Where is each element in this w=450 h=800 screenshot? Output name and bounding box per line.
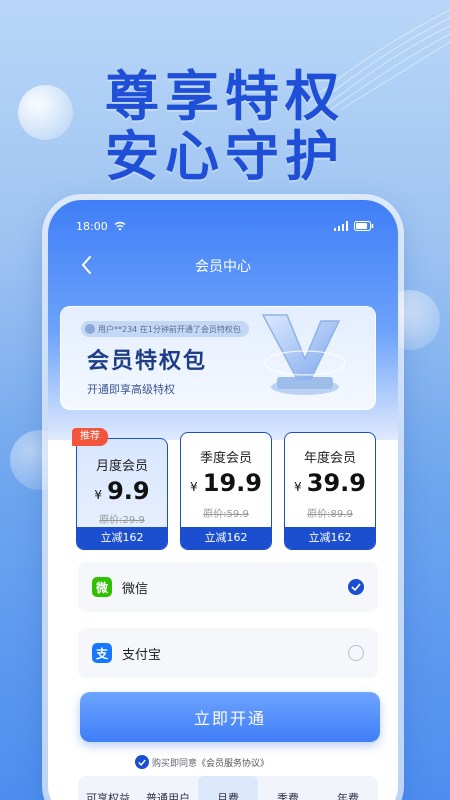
payment-option-alipay[interactable]: 支 支付宝 [78, 628, 378, 678]
agreement-checked-indicator[interactable] [135, 755, 149, 769]
plan-card-monthly[interactable]: 月度会员 ¥ 9.9 原价:29.9 立减162 [76, 438, 168, 550]
original-price: 原价:89.9 [307, 509, 353, 520]
original-price: 原价:59.9 [203, 509, 249, 520]
payment-option-wechat[interactable]: 微 微信 [78, 562, 378, 612]
plan-name: 季度会员 [199, 451, 252, 466]
compare-col: 普通用户 [146, 792, 190, 800]
status-time: 18:00 [76, 219, 108, 233]
wechat-icon: 微 [92, 577, 112, 597]
phone-mockup: 18:00 会员中心 用户**234 在1分钟前开通了会员特权包 会员特权包 开… [48, 200, 398, 800]
vip-v-logo-icon [261, 314, 346, 395]
recommended-badge: 推荐 [72, 428, 108, 446]
user-avatar-icon [85, 324, 95, 334]
plan-card-yearly[interactable]: 年度会员 ¥ 39.9 原价:89.9 立减162 [284, 432, 376, 550]
plan-price: ¥ 39.9 [285, 469, 375, 497]
price-value: 39.9 [306, 469, 366, 497]
banner-subtitle: 开通即享高级特权 [87, 383, 175, 396]
agreement-row: 购买即同意 《会员服务协议》 [136, 756, 269, 769]
benefit-compare-header: 可享权益 普通用户 月费 季费 年费 [78, 776, 378, 800]
plan-name: 年度会员 [303, 451, 356, 466]
battery-icon [354, 221, 374, 231]
purchase-notice-text: 用户**234 在1分钟前开通了会员特权包 [98, 324, 241, 334]
compare-col: 月费 [198, 776, 258, 800]
service-agreement-link[interactable]: 《会员服务协议》 [197, 756, 269, 769]
alipay-icon: 支 [92, 643, 112, 663]
price-value: 9.9 [107, 477, 150, 505]
currency-symbol: ¥ [94, 488, 103, 502]
radio-unchecked[interactable] [348, 645, 364, 661]
activate-now-button[interactable]: 立即开通 [80, 692, 380, 742]
saving-label: 立减162 [77, 527, 167, 549]
payment-label: 支付宝 [122, 647, 162, 663]
plan-card-quarterly[interactable]: 季度会员 ¥ 19.9 原价:59.9 立减162 [180, 432, 272, 550]
vip-banner: 用户**234 在1分钟前开通了会员特权包 会员特权包 开通即享高级特权 [60, 306, 376, 410]
plan-price: ¥ 19.9 [181, 469, 271, 497]
plan-name: 月度会员 [95, 459, 148, 474]
original-price: 原价:29.9 [99, 515, 145, 526]
compare-col: 可享权益 [86, 792, 130, 800]
plan-price: ¥ 9.9 [77, 477, 167, 505]
wifi-icon [114, 221, 126, 231]
agreement-prefix: 购买即同意 [152, 759, 198, 769]
signal-icon [334, 221, 348, 231]
promo-headline-line2: 安心守护 [105, 125, 345, 188]
currency-symbol: ¥ [190, 480, 198, 494]
price-value: 19.9 [202, 469, 262, 497]
check-icon [138, 759, 146, 766]
nav-bar: 会员中心 [48, 252, 398, 278]
check-icon [351, 583, 361, 591]
saving-label: 立减162 [181, 527, 271, 549]
compare-col: 季费 [277, 792, 299, 800]
banner-title: 会员特权包 [87, 349, 208, 374]
purchase-notice: 用户**234 在1分钟前开通了会员特权包 [81, 321, 249, 337]
compare-col: 年费 [337, 792, 359, 800]
plan-options: 月度会员 ¥ 9.9 原价:29.9 立减162 季度会员 ¥ 19.9 原价:… [66, 432, 378, 552]
status-bar: 18:00 [76, 218, 374, 234]
saving-label: 立减162 [285, 527, 375, 549]
payment-label: 微信 [122, 581, 149, 597]
radio-checked[interactable] [348, 579, 364, 595]
page-title: 会员中心 [195, 259, 251, 275]
currency-symbol: ¥ [294, 480, 302, 494]
